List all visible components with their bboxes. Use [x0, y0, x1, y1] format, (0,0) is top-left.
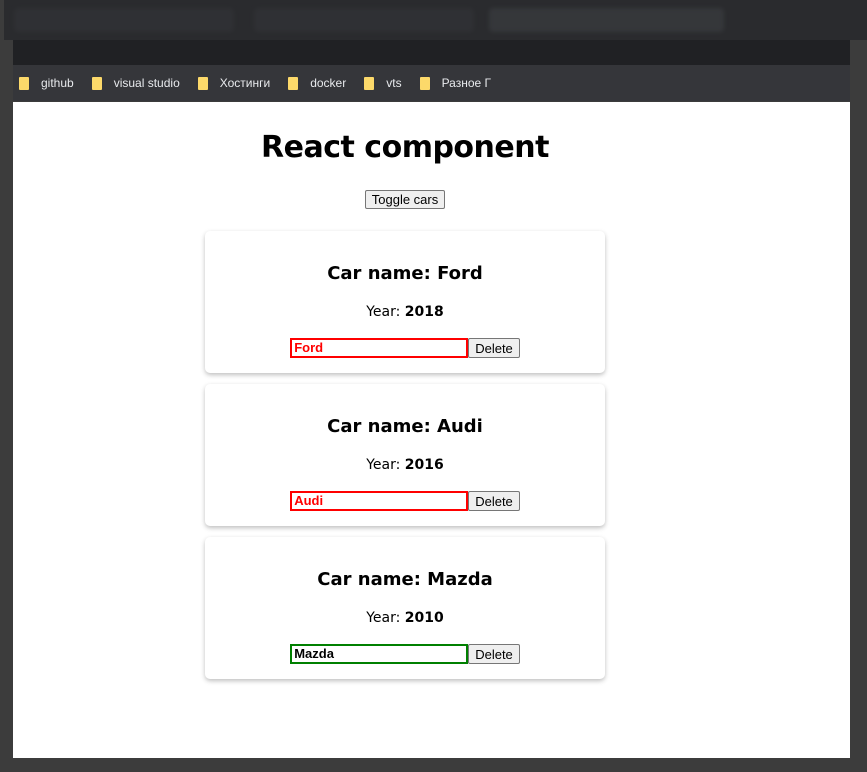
delete-button[interactable]: Delete [468, 338, 520, 358]
folder-icon [419, 76, 430, 90]
car-card: Car name: Audi Year: 2016 Audi Delete [205, 384, 605, 526]
page-title: React component [261, 130, 549, 165]
bookmark-label: github [41, 76, 74, 90]
bookmark-github[interactable]: github [19, 76, 74, 90]
bookmark-label: Хостинги [219, 76, 271, 90]
page-content: React component Toggle cars Car name: Fo… [13, 102, 850, 758]
year-label: Year: [366, 457, 405, 473]
car-name-heading: Car name: Ford [327, 263, 483, 284]
browser-tab[interactable] [254, 8, 474, 32]
car-name-input[interactable]: Mazda [290, 644, 469, 664]
car-name-heading: Car name: Mazda [317, 569, 493, 590]
bookmark-hostings[interactable]: Хостинги [197, 76, 271, 90]
car-card: Car name: Ford Year: 2018 Ford Delete [205, 231, 605, 373]
bookmark-label: Разное Г [441, 76, 492, 90]
bookmark-visual-studio[interactable]: visual studio [91, 76, 180, 90]
bookmark-label: docker [310, 76, 347, 90]
bookmark-vts[interactable]: vts [364, 76, 402, 90]
toggle-cars-button[interactable]: Toggle cars [364, 190, 446, 209]
year-label: Year: [366, 304, 405, 320]
bookmark-misc[interactable]: Разное Г [419, 76, 492, 90]
folder-icon [288, 76, 299, 90]
car-year: Year: 2016 [205, 457, 605, 473]
car-name-input[interactable]: Audi [290, 491, 469, 511]
car-card: Car name: Mazda Year: 2010 Mazda Delete [205, 537, 605, 679]
delete-button[interactable]: Delete [468, 491, 520, 511]
year-value: 2010 [404, 610, 444, 626]
folder-icon [197, 76, 208, 90]
bookmark-label: vts [386, 76, 402, 90]
car-year: Year: 2018 [205, 304, 605, 320]
year-label: Year: [366, 610, 405, 626]
folder-icon [19, 76, 29, 90]
car-year: Year: 2010 [205, 610, 605, 626]
bookmarks-bar: github visual studio Хостинги docker vts… [13, 65, 850, 101]
bookmark-docker[interactable]: docker [288, 76, 346, 90]
car-name-heading: Car name: Audi [327, 416, 483, 437]
browser-toolbar [13, 40, 850, 65]
delete-button[interactable]: Delete [468, 644, 520, 664]
browser-tab[interactable] [14, 8, 234, 32]
browser-tab-bar [4, 0, 867, 40]
bookmark-label: visual studio [113, 76, 180, 90]
car-name-input[interactable]: Ford [290, 338, 469, 358]
folder-icon [91, 76, 102, 90]
year-value: 2016 [404, 457, 444, 473]
browser-tab-active[interactable] [489, 8, 724, 32]
year-value: 2018 [404, 304, 444, 320]
folder-icon [364, 76, 375, 90]
